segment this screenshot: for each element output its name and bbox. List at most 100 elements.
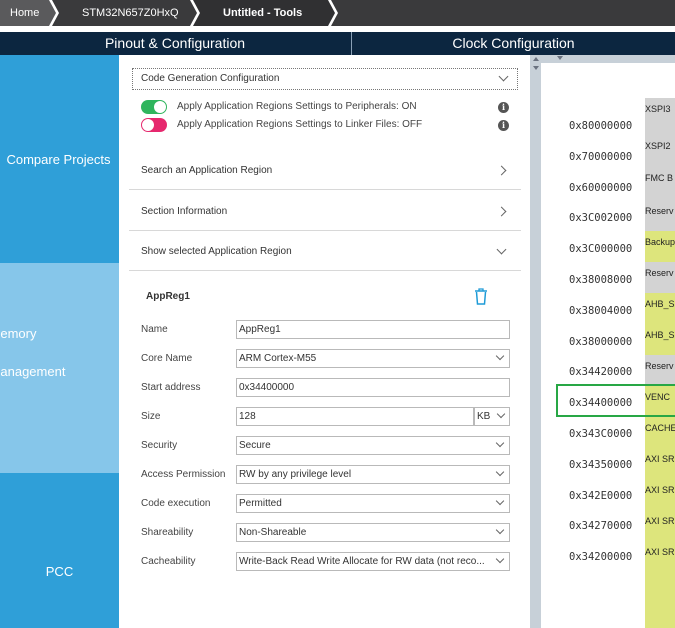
breadcrumb-home[interactable]: Home — [0, 0, 56, 26]
size-unit-select[interactable]: KB — [474, 407, 510, 426]
code-execution-row: Code execution Permitted — [141, 494, 511, 514]
memory-region-label: Backup — [645, 237, 675, 247]
name-field[interactable]: AppReg1 — [236, 320, 510, 339]
code-execution-label: Code execution — [141, 498, 211, 509]
size-row: Size 128 KB — [141, 407, 511, 427]
code-execution-select[interactable]: Permitted — [236, 494, 510, 513]
stm32cubemx-window: Home STM32N657Z0HxQ Untitled - Tools Pin… — [0, 0, 675, 628]
chevron-down-icon — [495, 525, 505, 535]
chevron-down-icon — [495, 496, 505, 506]
security-row: Security Secure — [141, 436, 511, 456]
collapse-down-icon — [533, 66, 539, 70]
code-generation-configuration-dropdown[interactable]: Code Generation Configuration — [132, 68, 518, 90]
core-name-select[interactable]: ARM Cortex-M55 — [236, 349, 510, 368]
select-value: Non-Shareable — [239, 527, 307, 538]
select-value: RW by any privilege level — [239, 469, 352, 480]
memory-region-block[interactable]: XSPI2 — [645, 135, 675, 167]
chevron-down-icon — [496, 409, 506, 419]
start-address-label: Start address — [141, 382, 201, 393]
search-application-region-row[interactable]: Search an Application Region — [129, 152, 521, 190]
sidebar-item-compare-projects[interactable]: Compare Projects — [0, 55, 119, 263]
core-name-row: Core Name ARM Cortex-M55 — [141, 349, 511, 369]
cacheability-row: Cacheability Write-Back Read Write Alloc… — [141, 552, 511, 572]
main-tabs: Pinout & Configuration Clock Configurati… — [0, 32, 675, 55]
access-permission-row: Access Permission RW by any privilege le… — [141, 465, 511, 485]
memory-address-label: 0x342E0000 — [569, 489, 633, 502]
code-generation-configuration-label: Code Generation Configuration — [141, 73, 280, 84]
sidebar-item-pcc[interactable]: PCC — [0, 473, 119, 628]
size-field[interactable]: 128 — [236, 407, 474, 426]
memory-region-label: CACHE — [645, 423, 675, 433]
region-title: AppReg1 — [146, 291, 190, 302]
info-icon[interactable]: i — [498, 120, 509, 131]
tab-clock-configuration[interactable]: Clock Configuration — [351, 32, 675, 55]
section-label: Show selected Application Region — [141, 246, 292, 257]
select-value: ARM Cortex-M55 — [239, 353, 317, 364]
memory-region-block[interactable]: AHB_S — [645, 324, 675, 355]
chevron-down-icon — [495, 351, 505, 361]
collapse-down-icon — [557, 56, 563, 60]
start-address-field[interactable]: 0x34400000 — [236, 378, 510, 397]
linker-files-toggle[interactable] — [141, 118, 167, 132]
memory-region-block[interactable]: Backup — [645, 231, 675, 262]
info-icon[interactable]: i — [498, 102, 509, 113]
panel-splitter[interactable] — [530, 55, 541, 628]
memory-region-block[interactable]: XSPI3 — [645, 98, 675, 135]
chevron-down-icon — [498, 71, 509, 82]
access-permission-label: Access Permission — [141, 469, 226, 480]
breadcrumb-project[interactable]: Untitled - Tools — [193, 0, 335, 26]
trash-icon[interactable] — [474, 287, 488, 305]
security-label: Security — [141, 440, 178, 451]
memory-region-label: XSPI3 — [645, 104, 671, 114]
memory-address-label: 0x34350000 — [569, 458, 633, 471]
start-address-row: Start address 0x34400000 — [141, 378, 511, 398]
memory-region-label: AXI SR — [645, 485, 675, 495]
memory-region-block[interactable]: AXI SR — [645, 510, 675, 541]
memory-region-block[interactable]: AHB_S — [645, 293, 675, 324]
sidebar-item-memory-management[interactable]: Memory Management — [0, 263, 119, 473]
memory-address-label: 0x80000000 — [569, 120, 633, 132]
select-value: Secure — [239, 440, 271, 451]
memory-region-label: XSPI2 — [645, 141, 671, 151]
section-information-row[interactable]: Section Information — [129, 193, 521, 231]
chevron-right-icon — [496, 165, 507, 176]
memory-region-label: Reserv — [645, 206, 674, 216]
memory-region-block[interactable]: Reserv — [645, 262, 675, 293]
memory-region-block[interactable]: AXI SR — [645, 448, 675, 479]
collapse-up-icon — [533, 57, 539, 61]
sidebar: Compare Projects Memory Management PCC — [0, 55, 119, 628]
memory-address-label: 0x60000000 — [569, 181, 633, 194]
cacheability-select[interactable]: Write-Back Read Write Allocate for RW da… — [236, 552, 510, 571]
peripherals-toggle[interactable] — [141, 100, 167, 114]
peripherals-toggle-label: Apply Application Regions Settings to Pe… — [177, 101, 417, 112]
memory-region-block[interactable]: Reserv — [645, 355, 675, 386]
sidebar-item-label: Memory Management — [0, 326, 82, 389]
memory-address-label: 0x38000000 — [569, 335, 633, 348]
size-label: Size — [141, 411, 161, 422]
memory-region-label: Reserv — [645, 361, 674, 371]
section-label: Search an Application Region — [141, 165, 273, 176]
tab-pinout-configuration[interactable]: Pinout & Configuration — [0, 32, 350, 55]
memory-address-label: 0x34200000 — [569, 551, 633, 564]
select-value: Permitted — [239, 498, 282, 509]
core-name-label: Core Name — [141, 353, 193, 364]
memory-region-block[interactable]: AXI SR — [645, 479, 675, 510]
show-selected-region-row[interactable]: Show selected Application Region — [129, 233, 521, 271]
chevron-down-icon — [495, 554, 505, 564]
memory-address-label: 0x343C0000 — [569, 428, 633, 440]
memory-address-label: 0x34270000 — [569, 520, 633, 533]
chevron-down-icon — [495, 438, 505, 448]
breadcrumb-mcu[interactable]: STM32N657Z0HxQ — [52, 0, 197, 26]
memory-region-block[interactable]: Reserv — [645, 200, 675, 231]
sidebar-item-label: PCC — [45, 564, 74, 579]
shareability-select[interactable]: Non-Shareable — [236, 523, 510, 542]
memory-region-block[interactable]: AXI SR — [645, 541, 675, 628]
security-select[interactable]: Secure — [236, 436, 510, 455]
memory-region-block[interactable]: FMC B — [645, 167, 675, 200]
access-permission-select[interactable]: RW by any privilege level — [236, 465, 510, 484]
memory-address-label: 0x3C002000 — [569, 212, 633, 225]
memory-map: 0x80000000 0x70000000 0x60000000 0x3C002000… — [541, 55, 675, 628]
shareability-label: Shareability — [141, 527, 194, 538]
linker-files-toggle-label: Apply Application Regions Settings to Li… — [177, 119, 423, 130]
memory-region-block[interactable]: CACHE — [645, 417, 675, 448]
